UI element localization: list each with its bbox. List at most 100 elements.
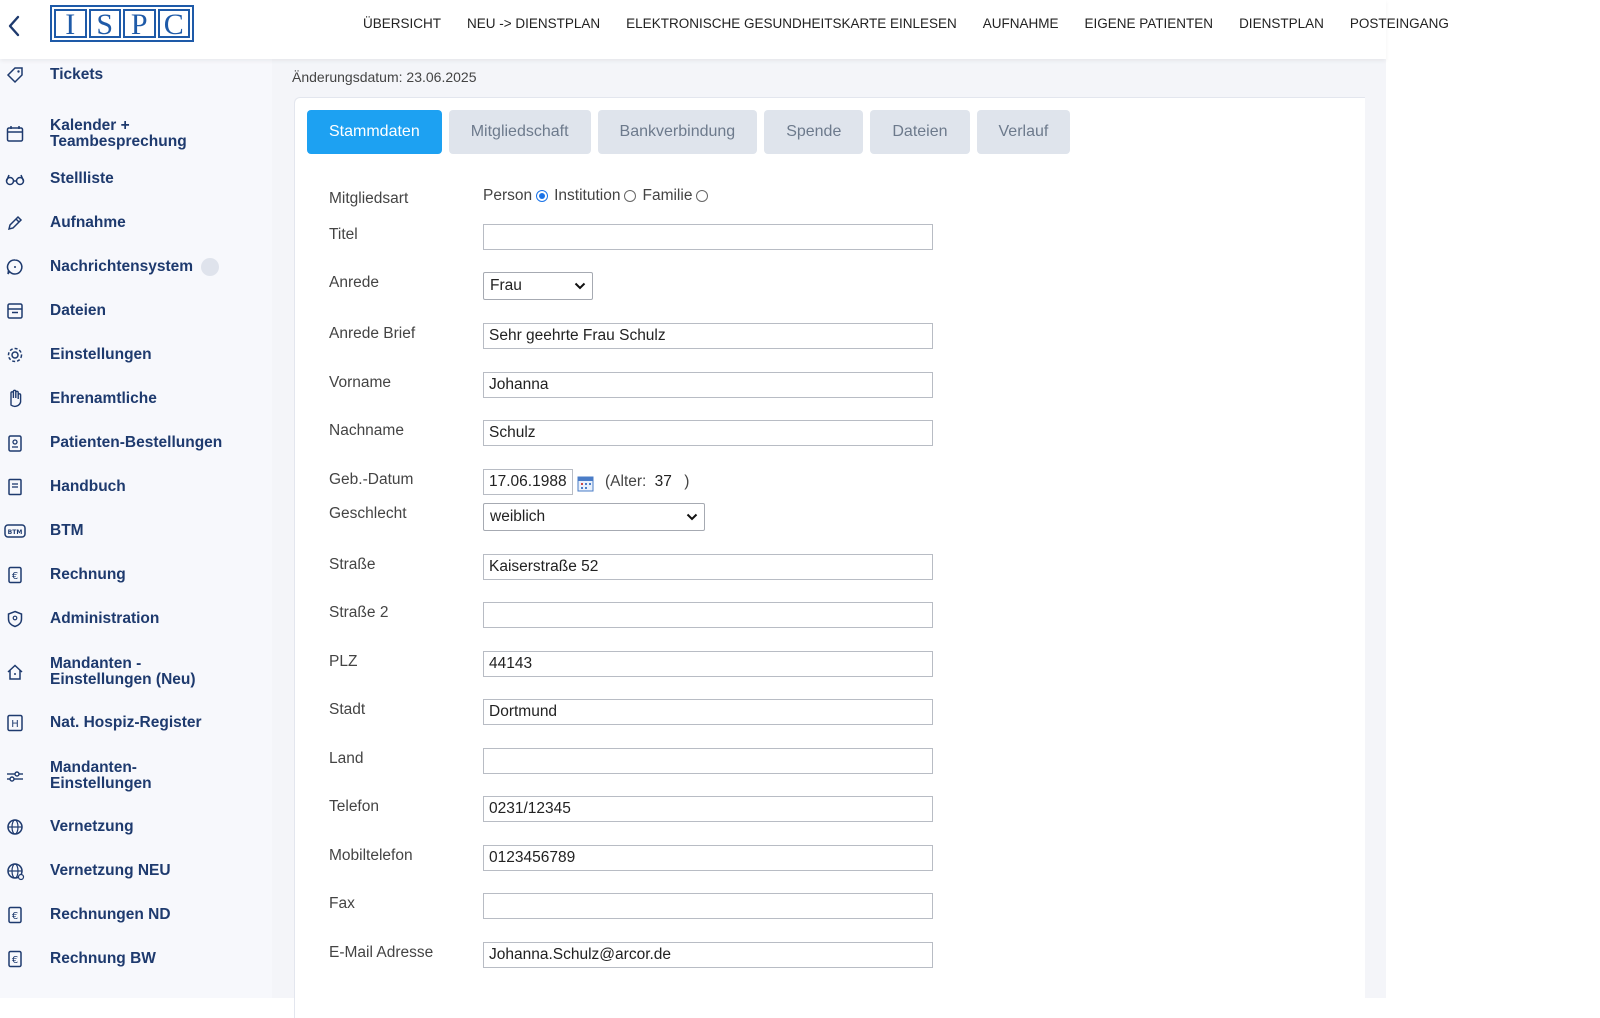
radio-person[interactable]: [536, 190, 549, 202]
nav-uebersicht[interactable]: ÜBERSICHT: [363, 16, 441, 31]
sidebar-item-label: Rechnung: [50, 566, 126, 583]
sidebar-item-mandanten-einstellungen-neu[interactable]: Mandanten - Einstellungen (Neu): [0, 655, 272, 689]
nav-dienstplan[interactable]: DIENSTPLAN: [1239, 16, 1324, 31]
globe-icon: [4, 816, 26, 838]
geschlecht-value: weiblich: [490, 508, 546, 525]
sidebar-item-rechnung[interactable]: € Rechnung: [0, 565, 272, 585]
anrede-select[interactable]: Frau: [483, 272, 593, 300]
sidebar-item-text: Nachrichtensystem: [50, 258, 194, 276]
radio-familie[interactable]: [696, 190, 709, 202]
euro-icon: €: [4, 904, 26, 926]
sidebar-item-aufnahme[interactable]: Aufnahme: [0, 213, 272, 233]
sidebar-item-kalender[interactable]: Kalender + Teambesprechung: [0, 117, 272, 151]
sidebar-item-label: Einstellungen: [50, 346, 152, 363]
strasse2-label: Straße 2: [329, 604, 389, 621]
tab-spende[interactable]: Spende: [764, 110, 864, 154]
nachname-label: Nachname: [329, 422, 404, 439]
strasse2-input[interactable]: [483, 602, 933, 628]
email-input[interactable]: [483, 942, 933, 968]
sidebar-item-mandanten-einstellungen[interactable]: Mandanten-Einstellungen: [0, 759, 272, 793]
back-button[interactable]: [2, 10, 28, 42]
tab-verlauf[interactable]: Verlauf: [976, 110, 1071, 154]
tab-bankverbindung[interactable]: Bankverbindung: [597, 110, 758, 154]
radio-label-person: Person: [483, 187, 533, 204]
sidebar-item-label: Stellliste: [50, 170, 114, 187]
radio-label-institution: Institution: [554, 187, 621, 204]
titel-input[interactable]: [483, 224, 933, 250]
geb-datum-input[interactable]: [483, 469, 573, 495]
sidebar-item-ehrenamtliche[interactable]: Ehrenamtliche: [0, 389, 272, 409]
stadt-input[interactable]: [483, 699, 933, 725]
sidebar-item-label: Patienten-Bestellungen: [50, 434, 223, 451]
archive-icon: [4, 300, 26, 322]
sidebar-item-patienten-bestellungen[interactable]: Patienten-Bestellungen: [0, 433, 272, 453]
sidebar-item-administration[interactable]: Administration: [0, 609, 272, 629]
mobiltelefon-label: Mobiltelefon: [329, 847, 413, 864]
ticket-icon: [4, 64, 26, 86]
sidebar-item-rechnungen-nd[interactable]: € Rechnungen ND: [0, 905, 272, 925]
chevron-down-icon: [574, 282, 586, 290]
sidebar-item-label: Rechnung BW: [50, 950, 156, 967]
sidebar-item-rechnung-bw[interactable]: € Rechnung BW: [0, 949, 272, 969]
sidebar-item-vernetzung-neu[interactable]: Vernetzung NEU: [0, 861, 272, 881]
sidebar-item-label: Mandanten-Einstellungen: [50, 759, 152, 792]
svg-text:BTM: BTM: [8, 529, 23, 536]
svg-text:€: €: [12, 571, 18, 582]
tab-dateien[interactable]: Dateien: [870, 110, 970, 154]
age-prefix: (Alter:: [605, 473, 647, 490]
vorname-label: Vorname: [329, 374, 392, 391]
sidebar-item-einstellungen[interactable]: Einstellungen: [0, 345, 272, 365]
mobiltelefon-input[interactable]: [483, 845, 933, 871]
sidebar-item-label: Ehrenamtliche: [50, 390, 157, 407]
radio-institution[interactable]: [624, 190, 637, 202]
age-display: (Alter: 37 ): [605, 473, 689, 491]
calendar-picker-icon[interactable]: [577, 475, 594, 497]
nav-aufnahme[interactable]: AUFNAHME: [983, 16, 1059, 31]
nav-neu-dienstplan[interactable]: NEU -> DIENSTPLAN: [467, 16, 600, 31]
strasse-input[interactable]: [483, 554, 933, 580]
sidebar-item-nachrichtensystem[interactable]: Nachrichtensystem: [0, 257, 272, 277]
sidebar-item-dateien[interactable]: Dateien: [0, 301, 272, 321]
fax-input[interactable]: [483, 893, 933, 919]
sidebar-item-vernetzung[interactable]: Vernetzung: [0, 817, 272, 837]
nav-posteingang[interactable]: POSTEINGANG: [1350, 16, 1449, 31]
svg-text:H: H: [11, 719, 19, 730]
sidebar-item-label: Nachrichtensystem: [50, 258, 220, 276]
geschlecht-select[interactable]: weiblich: [483, 503, 705, 531]
change-date: Änderungsdatum: 23.06.2025: [292, 69, 477, 85]
chevron-down-icon: [686, 513, 698, 521]
anrede-brief-label: Anrede Brief: [329, 325, 416, 342]
sidebar-item-label: Handbuch: [50, 478, 126, 495]
telefon-input[interactable]: [483, 796, 933, 822]
sidebar-item-label: Administration: [50, 610, 160, 627]
tab-mitgliedschaft[interactable]: Mitgliedschaft: [448, 110, 591, 154]
anrede-brief-input[interactable]: [483, 323, 933, 349]
sidebar-item-label: Tickets: [50, 66, 104, 83]
sidebar-item-hospiz-register[interactable]: H Nat. Hospiz-Register: [0, 713, 272, 733]
vorname-input[interactable]: [483, 372, 933, 398]
geb-datum-label: Geb.-Datum: [329, 471, 414, 488]
mitgliedsart-label: Mitgliedsart: [329, 190, 409, 207]
email-label: E-Mail Adresse: [329, 944, 434, 961]
tab-stammdaten[interactable]: Stammdaten: [307, 110, 442, 154]
age-suffix: ): [684, 473, 690, 490]
sidebar-item-handbuch[interactable]: Handbuch: [0, 477, 272, 497]
tab-bar: Stammdaten Mitgliedschaft Bankverbindung…: [307, 110, 1071, 154]
globe-network-icon: [4, 860, 26, 882]
plz-input[interactable]: [483, 651, 933, 677]
sidebar-item-btm[interactable]: BTM BTM: [0, 521, 272, 541]
chevron-left-icon: [8, 15, 20, 37]
sidebar-item-stellliste[interactable]: Stellliste: [0, 169, 272, 189]
clipboard-icon: [4, 432, 26, 454]
home-icon: [4, 661, 26, 683]
notification-badge: [201, 258, 220, 276]
nav-gesundheitskarte[interactable]: ELEKTRONISCHE GESUNDHEITSKARTE EINLESEN: [626, 16, 957, 31]
nachname-input[interactable]: [483, 420, 933, 446]
mitgliedsart-radio-group: Person Institution Familie: [483, 187, 714, 205]
nav-eigene-patienten[interactable]: EIGENE PATIENTEN: [1085, 16, 1214, 31]
sliders-icon: [4, 765, 26, 787]
land-input[interactable]: [483, 748, 933, 774]
logo-letter: P: [123, 9, 156, 40]
logo-letter: C: [157, 9, 190, 40]
logo-letter: I: [54, 9, 87, 40]
